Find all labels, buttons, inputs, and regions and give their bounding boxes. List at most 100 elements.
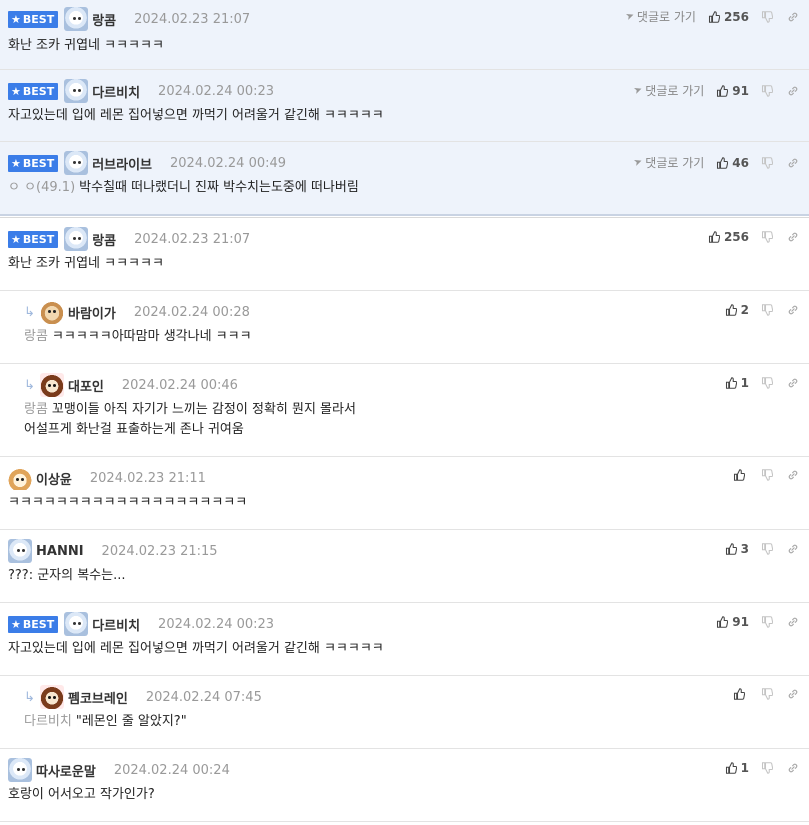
avatar[interactable] [8,466,32,490]
comment-date: 2024.02.24 00:23 [158,616,275,632]
comment-date: 2024.02.24 00:23 [158,83,275,99]
send-icon: ➤ [632,155,644,170]
link-icon[interactable] [787,231,799,243]
thumbs-down-icon[interactable] [761,762,773,774]
avatar[interactable] [8,539,32,563]
reply-comment: ↳ 바람이가 2024.02.24 00:28 2 랑콤 ㅋㅋㅋㅋㅋ아따맘마 생각… [0,291,809,364]
thumbs-down-icon[interactable] [761,231,773,243]
avatar[interactable] [64,7,89,31]
thumbs-down-icon[interactable] [761,11,773,23]
like-button[interactable]: 1 [725,376,749,390]
comment-text: ㅋㅋㅋㅋㅋㅋㅋㅋㅋㅋㅋㅋㅋㅋㅋㅋㅋㅋㅋㅋ [8,495,248,510]
thumbs-down-icon[interactable] [761,304,773,316]
thumbs-up-icon [733,469,745,481]
star-icon: ★ [11,84,21,98]
reply-comment: ↳ 펨코브레인 2024.02.24 07:45 다르비치 "레몬인 줄 알았지?… [0,676,809,749]
link-icon[interactable] [787,543,799,555]
avatar[interactable] [64,612,89,636]
nickname[interactable]: 바람이가 [68,303,116,322]
reply-arrow-icon: ↳ [24,304,35,320]
comment-text: ㅇ ㅇ(49.1) 박수칠때 떠나랬더니 진짜 박수치는도중에 떠나버림 [8,180,359,195]
thumbs-down-icon[interactable] [761,616,773,628]
thumbs-up-icon [708,231,720,243]
comment: HANNI 2024.02.23 21:15 3 ???: 군자의 복수는... [0,530,809,603]
best-badge: ★ BEST [8,615,59,633]
nickname[interactable]: 랑콤 [92,10,116,29]
comment-date: 2024.02.23 21:15 [101,543,218,559]
nickname[interactable]: 랑콤 [92,230,116,249]
comment: ★ BEST 다르비치 2024.02.24 00:23 91 자고있는데 입에 … [0,603,809,676]
mention[interactable]: 랑콤 [24,329,48,344]
link-icon[interactable] [787,616,799,628]
link-icon[interactable] [787,157,799,169]
comment-text: 랑콤 ㅋㅋㅋㅋㅋ아따맘마 생각나네 ㅋㅋㅋ [24,329,252,344]
nickname[interactable]: HANNI [36,544,84,559]
thumbs-down-icon[interactable] [761,85,773,97]
go-to-reply-button[interactable]: ➤ 댓글로 가기 [623,8,696,25]
best-badge: ★ BEST [8,10,59,28]
avatar[interactable] [64,227,89,251]
link-icon[interactable] [787,11,799,23]
comment-text: 랑콤 꼬맹이들 아직 자기가 느끼는 감정이 정확히 뭔지 몰라서 어설프게 화난… [24,402,356,437]
like-button[interactable] [733,469,749,481]
nickname[interactable]: 따사로운말 [36,761,96,780]
thumbs-down-icon[interactable] [761,157,773,169]
link-icon[interactable] [787,688,799,700]
link-icon[interactable] [787,85,799,97]
link-icon[interactable] [787,469,799,481]
nickname[interactable]: 이상윤 [36,469,72,488]
send-icon: ➤ [623,9,636,24]
like-button[interactable]: 256 [708,230,749,244]
thumbs-down-icon[interactable] [761,543,773,555]
thumbs-down-icon[interactable] [761,688,773,700]
nickname[interactable]: 펨코브레인 [68,688,128,707]
thumbs-up-icon [725,304,737,316]
nickname[interactable]: 다르비치 [92,615,140,634]
mention[interactable]: 다르비치 [24,714,72,729]
nickname[interactable]: 대포인 [68,376,104,395]
link-icon[interactable] [787,762,799,774]
link-icon[interactable] [787,304,799,316]
go-to-reply-button[interactable]: ➤ 댓글로 가기 [632,154,704,171]
thumbs-up-icon [708,11,720,23]
star-icon: ★ [11,12,21,26]
like-button[interactable]: 91 [716,615,749,629]
comment-text: 화난 조카 귀엽네 ㅋㅋㅋㅋㅋ [8,38,164,53]
like-button[interactable]: 3 [725,542,749,556]
avatar[interactable] [40,373,64,397]
nickname[interactable]: 러브라이브 [92,154,152,173]
best-comments-section: ★ BEST 랑콤 2024.02.23 21:07 ➤ 댓글로 가기 256 화난… [0,0,809,216]
comment-text: 호랑이 어서오고 작가인가? [8,787,155,802]
go-to-reply-button[interactable]: ➤ 댓글로 가기 [632,82,704,99]
comment: 이상윤 2024.02.23 21:11 ㅋㅋㅋㅋㅋㅋㅋㅋㅋㅋㅋㅋㅋㅋㅋㅋㅋㅋㅋ… [0,457,809,530]
reply-comment: ↳ 대포인 2024.02.24 00:46 1 랑콤 꼬맹이들 아직 자기가 느… [0,364,809,457]
star-icon: ★ [11,156,21,170]
comment: 따사로운말 2024.02.24 00:24 1 호랑이 어서오고 작가인가? [0,749,809,822]
like-button[interactable]: 46 [716,156,749,170]
avatar[interactable] [40,685,64,709]
like-button[interactable]: 1 [725,761,749,775]
avatar[interactable] [40,300,64,324]
thumbs-up-icon [725,543,737,555]
like-button[interactable]: 256 [708,10,749,24]
avatar[interactable] [64,151,89,175]
like-button[interactable]: 2 [725,303,749,317]
thumbs-down-icon[interactable] [761,469,773,481]
thumbs-down-icon[interactable] [761,377,773,389]
nickname[interactable]: 다르비치 [92,82,140,101]
comment-text: 자고있는데 입에 레몬 집어넣으면 까먹기 어려울거 같긴해 ㅋㅋㅋㅋㅋ [8,108,384,123]
comment-date: 2024.02.23 21:07 [134,231,251,247]
thumbs-up-icon [716,157,728,169]
comment-text: 자고있는데 입에 레몬 집어넣으면 까먹기 어려울거 같긴해 ㅋㅋㅋㅋㅋ [8,641,384,656]
avatar[interactable] [64,79,89,103]
best-comment: ★ BEST 다르비치 2024.02.24 00:23 ➤ 댓글로 가기 91 자… [0,70,809,142]
mention[interactable]: 랑콤 [24,402,48,417]
like-button[interactable]: 91 [716,84,749,98]
avatar[interactable] [8,758,32,782]
comment-date: 2024.02.24 00:24 [113,762,230,778]
like-button[interactable] [733,688,749,700]
comment-date: 2024.02.24 07:45 [145,689,262,705]
reply-arrow-icon: ↳ [24,689,35,705]
link-icon[interactable] [787,377,799,389]
comment-date: 2024.02.24 00:49 [170,155,287,171]
